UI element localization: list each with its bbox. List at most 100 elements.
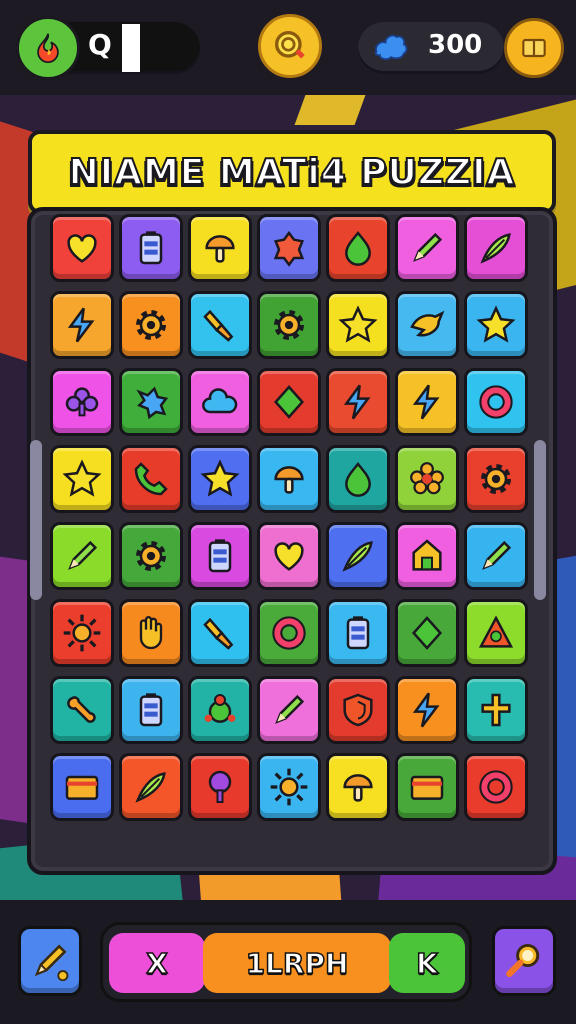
tile-feather[interactable] <box>326 522 390 590</box>
tile-gear[interactable] <box>119 291 183 359</box>
tile-battery[interactable] <box>188 522 252 590</box>
tile-gear[interactable] <box>464 445 528 513</box>
tile-house[interactable] <box>395 522 459 590</box>
tile-diamond[interactable] <box>395 599 459 667</box>
feather-icon <box>135 772 166 803</box>
shield-icon <box>343 693 373 727</box>
top-bar: Q 2 300 <box>0 0 576 95</box>
blob-icon <box>273 230 305 267</box>
tile-splat[interactable] <box>119 368 183 436</box>
bolt-icon <box>412 384 440 420</box>
left-counter-text: Q 2 <box>88 28 142 61</box>
diamond-icon <box>411 616 443 650</box>
tile-box[interactable] <box>395 753 459 821</box>
tile-club[interactable] <box>50 368 114 436</box>
heart-icon <box>67 234 97 263</box>
tile-star[interactable] <box>188 445 252 513</box>
tile-bird[interactable] <box>395 291 459 359</box>
tile-ring[interactable] <box>464 368 528 436</box>
tile-cross[interactable] <box>464 676 528 744</box>
diamond-icon <box>273 385 305 419</box>
ring-icon <box>272 616 306 650</box>
magnifier-powerup-button[interactable] <box>492 926 556 996</box>
mushroom-icon <box>274 466 304 494</box>
tile-bolt[interactable] <box>50 291 114 359</box>
brush-icon <box>203 309 234 342</box>
feather-icon <box>480 233 511 264</box>
cross-icon <box>481 693 511 727</box>
phone-icon <box>134 462 168 496</box>
tile-battery[interactable] <box>119 676 183 744</box>
tile-drop[interactable] <box>326 214 390 282</box>
tile-ring[interactable] <box>464 753 528 821</box>
tile-hand[interactable] <box>119 599 183 667</box>
tile-star[interactable] <box>326 291 390 359</box>
house-icon <box>412 539 442 571</box>
left-segment-label: X <box>145 946 168 981</box>
tile-star[interactable] <box>50 445 114 513</box>
pencil-icon <box>413 232 443 262</box>
tile-bone[interactable] <box>50 676 114 744</box>
gem-count: 300 <box>428 30 483 60</box>
tree-icon <box>208 770 232 803</box>
tile-gear[interactable] <box>257 291 321 359</box>
tile-bolt[interactable] <box>395 676 459 744</box>
shop-button[interactable] <box>504 18 564 78</box>
tile-drop[interactable] <box>326 445 390 513</box>
tile-heart[interactable] <box>50 214 114 282</box>
tile-diamond[interactable] <box>257 368 321 436</box>
battery-icon <box>139 231 163 265</box>
tile-pencil[interactable] <box>464 522 528 590</box>
tile-brush[interactable] <box>188 599 252 667</box>
bolt-icon <box>343 384 371 420</box>
book-icon <box>522 38 546 58</box>
tile-pencil[interactable] <box>50 522 114 590</box>
settings-gear-button[interactable] <box>258 14 322 78</box>
battery-icon <box>208 539 232 573</box>
feather-icon <box>342 541 373 572</box>
tile-pencil[interactable] <box>395 214 459 282</box>
tile-bug[interactable] <box>188 676 252 744</box>
tile-gear[interactable] <box>119 522 183 590</box>
tile-mushroom[interactable] <box>326 753 390 821</box>
search-icon <box>506 943 540 978</box>
tile-pencil[interactable] <box>257 676 321 744</box>
flower-icon <box>410 462 444 495</box>
bird-icon <box>410 310 445 337</box>
center-segment: 1LRPH <box>203 933 391 993</box>
tile-bolt[interactable] <box>395 368 459 436</box>
gear-icon <box>481 464 511 494</box>
tile-cloud[interactable] <box>188 368 252 436</box>
tile-flower[interactable] <box>395 445 459 513</box>
right-segment[interactable]: K <box>389 933 465 993</box>
left-segment[interactable]: X <box>109 933 205 993</box>
tile-mushroom[interactable] <box>257 445 321 513</box>
tile-heart[interactable] <box>257 522 321 590</box>
tile-sun[interactable] <box>257 753 321 821</box>
tile-blob[interactable] <box>257 214 321 282</box>
tile-sun[interactable] <box>50 599 114 667</box>
tile-shield[interactable] <box>326 676 390 744</box>
tile-triangle[interactable] <box>464 599 528 667</box>
tile-tree[interactable] <box>188 753 252 821</box>
tile-box[interactable] <box>50 753 114 821</box>
tile-brush[interactable] <box>188 291 252 359</box>
drop-icon <box>345 230 371 266</box>
tile-feather[interactable] <box>119 753 183 821</box>
title-banner: NIAME MATi4 PUZZIA <box>28 130 556 214</box>
fire-button[interactable] <box>16 16 80 80</box>
tile-battery[interactable] <box>119 214 183 282</box>
tile-phone[interactable] <box>119 445 183 513</box>
tile-battery[interactable] <box>326 599 390 667</box>
tile-feather[interactable] <box>464 214 528 282</box>
tile-ring[interactable] <box>257 599 321 667</box>
tile-mushroom[interactable] <box>188 214 252 282</box>
pencil-powerup-button[interactable] <box>18 926 82 996</box>
gem-icon <box>374 34 408 61</box>
bolt-icon <box>67 307 95 343</box>
gear-icon <box>136 541 166 571</box>
board-left-tab <box>30 440 42 600</box>
tile-bolt[interactable] <box>326 368 390 436</box>
cloud-icon <box>202 388 238 414</box>
tile-star[interactable] <box>464 291 528 359</box>
